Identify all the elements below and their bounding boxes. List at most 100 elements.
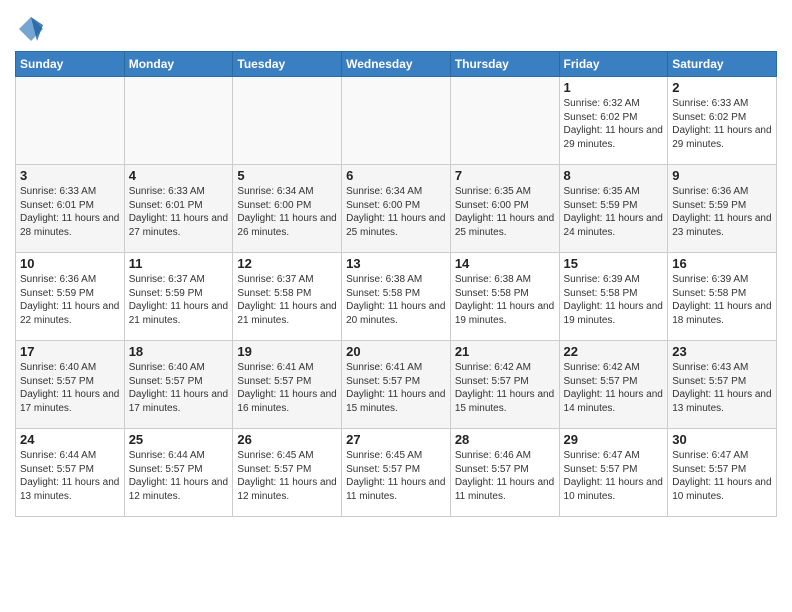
- day-info: Sunrise: 6:33 AMSunset: 6:02 PMDaylight:…: [672, 97, 772, 151]
- day-number: 29: [564, 432, 664, 447]
- weekday-header-sunday: Sunday: [16, 52, 125, 77]
- calendar-cell: [450, 77, 559, 165]
- day-info: Sunrise: 6:35 AMSunset: 6:00 PMDaylight:…: [455, 185, 555, 239]
- day-info: Sunrise: 6:34 AMSunset: 6:00 PMDaylight:…: [237, 185, 337, 239]
- day-number: 7: [455, 168, 555, 183]
- weekday-header-saturday: Saturday: [668, 52, 777, 77]
- calendar-cell: 17 Sunrise: 6:40 AMSunset: 5:57 PMDayligh…: [16, 341, 125, 429]
- calendar-cell: 15 Sunrise: 6:39 AMSunset: 5:58 PMDayligh…: [559, 253, 668, 341]
- day-number: 15: [564, 256, 664, 271]
- day-number: 30: [672, 432, 772, 447]
- day-info: Sunrise: 6:41 AMSunset: 5:57 PMDaylight:…: [346, 361, 446, 415]
- calendar-cell: 18Sunrise: 6:40 AMSunset: 5:57 PMDayligh…: [124, 341, 233, 429]
- page-container: SundayMondayTuesdayWednesdayThursdayFrid…: [0, 0, 792, 527]
- day-number: 6: [346, 168, 446, 183]
- day-number: 24: [20, 432, 120, 447]
- day-number: 20: [346, 344, 446, 359]
- day-number: 1: [564, 80, 664, 95]
- day-number: 22: [564, 344, 664, 359]
- day-info: Sunrise: 6:39 AMSunset: 5:58 PMDaylight:…: [564, 273, 664, 327]
- calendar-cell: 9 Sunrise: 6:36 AMSunset: 5:59 PMDaylight…: [668, 165, 777, 253]
- day-info: Sunrise: 6:36 AMSunset: 5:59 PMDaylight:…: [20, 273, 120, 327]
- weekday-header-monday: Monday: [124, 52, 233, 77]
- calendar-cell: 19 Sunrise: 6:41 AMSunset: 5:57 PMDayligh…: [233, 341, 342, 429]
- day-info: Sunrise: 6:47 AMSunset: 5:57 PMDaylight:…: [564, 449, 664, 503]
- day-info: Sunrise: 6:44 AMSunset: 5:57 PMDaylight:…: [129, 449, 229, 503]
- day-info: Sunrise: 6:38 AMSunset: 5:58 PMDaylight:…: [346, 273, 446, 327]
- day-info: Sunrise: 6:41 AMSunset: 5:57 PMDaylight:…: [237, 361, 337, 415]
- calendar-cell: 27 Sunrise: 6:45 AMSunset: 5:57 PMDayligh…: [342, 429, 451, 517]
- calendar-cell: 24 Sunrise: 6:44 AMSunset: 5:57 PMDayligh…: [16, 429, 125, 517]
- calendar-cell: [124, 77, 233, 165]
- day-info: Sunrise: 6:39 AMSunset: 5:58 PMDaylight:…: [672, 273, 772, 327]
- logo: [15, 15, 45, 43]
- calendar-cell: 12 Sunrise: 6:37 AMSunset: 5:58 PMDayligh…: [233, 253, 342, 341]
- day-number: 19: [237, 344, 337, 359]
- calendar-cell: 4 Sunrise: 6:33 AMSunset: 6:01 PMDaylight…: [124, 165, 233, 253]
- calendar-cell: [342, 77, 451, 165]
- calendar-cell: 11Sunrise: 6:37 AMSunset: 5:59 PMDayligh…: [124, 253, 233, 341]
- calendar-cell: 16 Sunrise: 6:39 AMSunset: 5:58 PMDayligh…: [668, 253, 777, 341]
- day-info: Sunrise: 6:40 AMSunset: 5:57 PMDaylight:…: [20, 361, 120, 415]
- calendar-week-5: 24 Sunrise: 6:44 AMSunset: 5:57 PMDayligh…: [16, 429, 777, 517]
- day-info: Sunrise: 6:34 AMSunset: 6:00 PMDaylight:…: [346, 185, 446, 239]
- calendar-week-2: 3 Sunrise: 6:33 AMSunset: 6:01 PMDaylight…: [16, 165, 777, 253]
- weekday-header-row: SundayMondayTuesdayWednesdayThursdayFrid…: [16, 52, 777, 77]
- logo-icon: [17, 15, 45, 43]
- day-info: Sunrise: 6:42 AMSunset: 5:57 PMDaylight:…: [564, 361, 664, 415]
- calendar-cell: 2Sunrise: 6:33 AMSunset: 6:02 PMDaylight…: [668, 77, 777, 165]
- calendar-cell: 26 Sunrise: 6:45 AMSunset: 5:57 PMDayligh…: [233, 429, 342, 517]
- weekday-header-thursday: Thursday: [450, 52, 559, 77]
- day-info: Sunrise: 6:35 AMSunset: 5:59 PMDaylight:…: [564, 185, 664, 239]
- day-info: Sunrise: 6:36 AMSunset: 5:59 PMDaylight:…: [672, 185, 772, 239]
- day-info: Sunrise: 6:46 AMSunset: 5:57 PMDaylight:…: [455, 449, 555, 503]
- day-info: Sunrise: 6:45 AMSunset: 5:57 PMDaylight:…: [346, 449, 446, 503]
- day-info: Sunrise: 6:33 AMSunset: 6:01 PMDaylight:…: [20, 185, 120, 239]
- calendar-cell: 14Sunrise: 6:38 AMSunset: 5:58 PMDayligh…: [450, 253, 559, 341]
- calendar-cell: 3 Sunrise: 6:33 AMSunset: 6:01 PMDaylight…: [16, 165, 125, 253]
- calendar-cell: 20 Sunrise: 6:41 AMSunset: 5:57 PMDayligh…: [342, 341, 451, 429]
- day-number: 23: [672, 344, 772, 359]
- day-number: 16: [672, 256, 772, 271]
- day-number: 4: [129, 168, 229, 183]
- day-number: 21: [455, 344, 555, 359]
- day-info: Sunrise: 6:44 AMSunset: 5:57 PMDaylight:…: [20, 449, 120, 503]
- day-number: 5: [237, 168, 337, 183]
- calendar-week-3: 10 Sunrise: 6:36 AMSunset: 5:59 PMDayligh…: [16, 253, 777, 341]
- day-info: Sunrise: 6:32 AMSunset: 6:02 PMDaylight:…: [564, 97, 664, 151]
- day-number: 27: [346, 432, 446, 447]
- day-number: 13: [346, 256, 446, 271]
- calendar-cell: 30Sunrise: 6:47 AMSunset: 5:57 PMDayligh…: [668, 429, 777, 517]
- day-info: Sunrise: 6:37 AMSunset: 5:58 PMDaylight:…: [237, 273, 337, 327]
- day-number: 28: [455, 432, 555, 447]
- calendar-cell: 7 Sunrise: 6:35 AMSunset: 6:00 PMDaylight…: [450, 165, 559, 253]
- day-number: 26: [237, 432, 337, 447]
- day-number: 3: [20, 168, 120, 183]
- day-number: 12: [237, 256, 337, 271]
- calendar-week-1: 1 Sunrise: 6:32 AMSunset: 6:02 PMDaylight…: [16, 77, 777, 165]
- day-number: 8: [564, 168, 664, 183]
- calendar-cell: 5 Sunrise: 6:34 AMSunset: 6:00 PMDaylight…: [233, 165, 342, 253]
- day-number: 25: [129, 432, 229, 447]
- calendar-cell: 29 Sunrise: 6:47 AMSunset: 5:57 PMDayligh…: [559, 429, 668, 517]
- day-number: 17: [20, 344, 120, 359]
- calendar-cell: 10 Sunrise: 6:36 AMSunset: 5:59 PMDayligh…: [16, 253, 125, 341]
- weekday-header-wednesday: Wednesday: [342, 52, 451, 77]
- calendar-cell: 28 Sunrise: 6:46 AMSunset: 5:57 PMDayligh…: [450, 429, 559, 517]
- day-info: Sunrise: 6:45 AMSunset: 5:57 PMDaylight:…: [237, 449, 337, 503]
- day-number: 10: [20, 256, 120, 271]
- day-info: Sunrise: 6:43 AMSunset: 5:57 PMDaylight:…: [672, 361, 772, 415]
- weekday-header-tuesday: Tuesday: [233, 52, 342, 77]
- calendar-cell: [233, 77, 342, 165]
- day-info: Sunrise: 6:33 AMSunset: 6:01 PMDaylight:…: [129, 185, 229, 239]
- day-number: 9: [672, 168, 772, 183]
- calendar-cell: 23 Sunrise: 6:43 AMSunset: 5:57 PMDayligh…: [668, 341, 777, 429]
- day-info: Sunrise: 6:42 AMSunset: 5:57 PMDaylight:…: [455, 361, 555, 415]
- calendar-cell: 1 Sunrise: 6:32 AMSunset: 6:02 PMDaylight…: [559, 77, 668, 165]
- day-info: Sunrise: 6:40 AMSunset: 5:57 PMDaylight:…: [129, 361, 229, 415]
- day-info: Sunrise: 6:37 AMSunset: 5:59 PMDaylight:…: [129, 273, 229, 327]
- calendar-cell: 21 Sunrise: 6:42 AMSunset: 5:57 PMDayligh…: [450, 341, 559, 429]
- calendar-cell: 6 Sunrise: 6:34 AMSunset: 6:00 PMDaylight…: [342, 165, 451, 253]
- calendar-cell: 8 Sunrise: 6:35 AMSunset: 5:59 PMDaylight…: [559, 165, 668, 253]
- header: [15, 15, 777, 43]
